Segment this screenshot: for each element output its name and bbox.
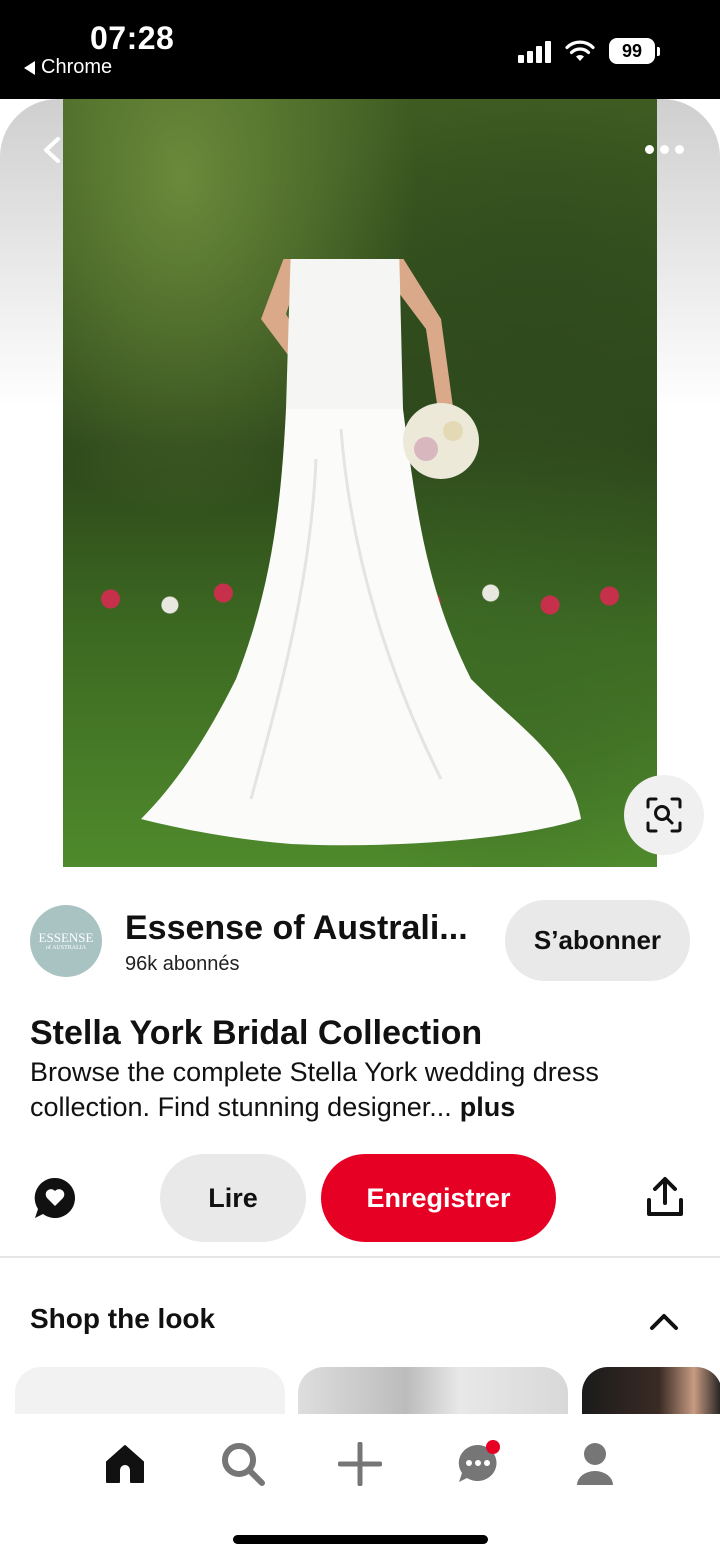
back-to-app-link[interactable]: Chrome — [24, 56, 112, 79]
pin-image[interactable] — [63, 99, 657, 867]
home-icon — [106, 1445, 144, 1483]
battery-level: 99 — [609, 38, 655, 64]
chevron-left-icon[interactable] — [38, 135, 68, 165]
more-dots-icon[interactable] — [645, 145, 684, 154]
wifi-icon — [565, 40, 595, 61]
avatar-line1: ESSENSE — [38, 930, 94, 945]
notification-dot — [486, 1440, 500, 1454]
shop-the-look-title: Shop the look — [30, 1303, 216, 1334]
avatar-line2: of AUSTRALIA — [45, 945, 87, 951]
signal-icon — [518, 39, 551, 63]
visual-search-icon — [646, 797, 682, 833]
creator-row: ESSENSE of AUSTRALIA Essense of Australi… — [30, 900, 690, 983]
nav-search[interactable] — [213, 1434, 273, 1494]
comment-icon[interactable] — [33, 1176, 77, 1220]
pin-title: Stella York Bridal Collection — [30, 1014, 483, 1052]
chevron-up-icon[interactable] — [648, 1310, 680, 1332]
plus-icon — [338, 1442, 382, 1486]
pin-description: Browse the complete Stella York wedding … — [30, 1055, 690, 1125]
battery-icon: 99 — [609, 38, 660, 64]
status-time: 07:28 — [90, 20, 175, 56]
nav-create[interactable] — [330, 1434, 390, 1494]
creator-avatar[interactable]: ESSENSE of AUSTRALIA — [30, 905, 102, 977]
nav-messages[interactable] — [448, 1434, 508, 1494]
status-icons: 99 — [518, 38, 660, 64]
home-indicator — [233, 1535, 488, 1544]
bride-figure — [141, 259, 581, 846]
search-icon — [222, 1443, 265, 1486]
visual-search-button[interactable] — [624, 775, 704, 855]
share-icon[interactable] — [646, 1176, 684, 1218]
status-bar: 07:28 Chrome 99 — [0, 0, 720, 99]
back-app-label: Chrome — [41, 56, 113, 78]
save-button[interactable]: Enregistrer — [321, 1154, 556, 1242]
nav-home[interactable] — [95, 1434, 155, 1494]
profile-icon — [577, 1443, 613, 1485]
nav-profile[interactable] — [565, 1434, 625, 1494]
more-link[interactable]: plus — [460, 1092, 516, 1122]
follow-button[interactable]: S’abonner — [505, 900, 690, 981]
creator-followers: 96k abonnés — [125, 953, 240, 975]
read-button[interactable]: Lire — [160, 1154, 306, 1242]
back-triangle-icon — [24, 60, 35, 75]
pin-hero — [0, 99, 720, 869]
section-divider — [0, 1256, 720, 1258]
creator-name[interactable]: Essense of Australi... — [125, 909, 468, 948]
